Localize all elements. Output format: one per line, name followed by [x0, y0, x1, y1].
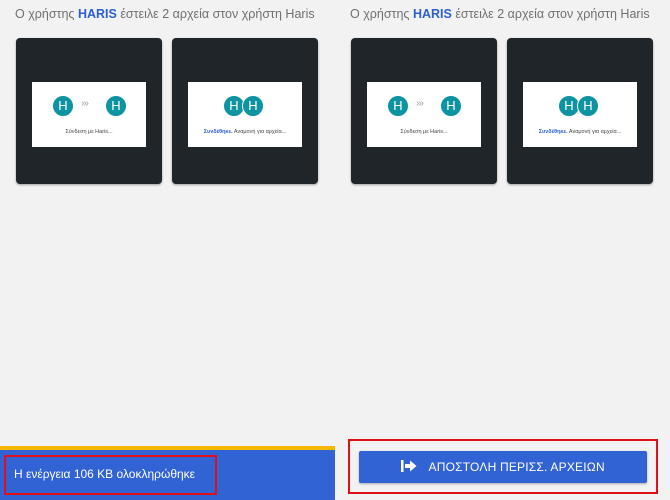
- avatar-row: H H: [523, 95, 637, 117]
- send-button-label: ΑΠΟΣΤΟΛΗ ΠΕΡΙΣΣ. ΑΡΧΕΙΩΝ: [428, 460, 605, 475]
- thumbnail-status: Σύνδεση με Haris...: [367, 129, 481, 135]
- transfer-header: Ο χρήστης HARIS έστειλε 2 αρχεία στον χρ…: [15, 7, 315, 21]
- connecting-arrows-icon: ›››: [81, 98, 89, 109]
- header-prefix: Ο χρήστης: [350, 7, 410, 21]
- avatar-receiver: H: [105, 95, 127, 117]
- header-username: HARIS: [77, 7, 117, 21]
- status-highlight: Συνδέθηκε.: [203, 129, 233, 135]
- connecting-arrows-icon: ›››: [416, 98, 424, 109]
- status-text: Αναμονή για αρχεία...: [233, 129, 287, 135]
- completion-status-text: Η ενέργεια 106 KB ολοκληρώθηκε: [14, 467, 196, 481]
- screenshot-card-connecting[interactable]: H ››› H Σύνδεση με Haris...: [16, 38, 162, 184]
- transfer-header: Ο χρήστης HARIS έστειλε 2 αρχεία στον χρ…: [350, 7, 650, 21]
- send-more-files-button[interactable]: ΑΠΟΣΤΟΛΗ ΠΕΡΙΣΣ. ΑΡΧΕΙΩΝ: [359, 451, 647, 483]
- thumbnail-status: Συνδέθηκε. Αναμονή για αρχεία...: [188, 129, 302, 135]
- screenshot-card-connected[interactable]: H H Συνδέθηκε. Αναμονή για αρχεία...: [507, 38, 653, 184]
- avatar-sender: H: [52, 95, 74, 117]
- completion-status-bar: Η ενέργεια 106 KB ολοκληρώθηκε: [0, 446, 335, 500]
- header-suffix: έστειλε 2 αρχεία στον χρήστη Haris: [455, 7, 650, 21]
- status-highlight: Συνδέθηκε.: [538, 129, 568, 135]
- status-text: Αναμονή για αρχεία...: [568, 129, 622, 135]
- send-button-highlight-box: ΑΠΟΣΤΟΛΗ ΠΕΡΙΣΣ. ΑΡΧΕΙΩΝ: [348, 439, 658, 494]
- transfer-panel-left: Ο χρήστης HARIS έστειλε 2 αρχεία στον χρ…: [0, 0, 335, 500]
- screenshot-thumbnail: H H Συνδέθηκε. Αναμονή για αρχεία...: [188, 82, 302, 147]
- screenshot-thumbnail: H ››› H Σύνδεση με Haris...: [32, 82, 146, 147]
- screenshot-card-connecting[interactable]: H ››› H Σύνδεση με Haris...: [351, 38, 497, 184]
- avatar-row: H H: [188, 95, 302, 117]
- status-highlight-box: Η ενέργεια 106 KB ολοκληρώθηκε: [4, 455, 217, 495]
- send-file-icon: [401, 459, 417, 475]
- screenshot-card-connected[interactable]: H H Συνδέθηκε. Αναμονή για αρχεία...: [172, 38, 318, 184]
- avatar-receiver: H: [577, 95, 599, 117]
- avatar-row: H ››› H: [367, 95, 481, 117]
- header-username: HARIS: [412, 7, 452, 21]
- transfer-panel-right: Ο χρήστης HARIS έστειλε 2 αρχεία στον χρ…: [335, 0, 670, 500]
- thumbnail-status: Συνδέθηκε. Αναμονή για αρχεία...: [523, 129, 637, 135]
- header-prefix: Ο χρήστης: [15, 7, 75, 21]
- screenshot-thumbnail: H ››› H Σύνδεση με Haris...: [367, 82, 481, 147]
- avatar-receiver: H: [440, 95, 462, 117]
- avatar-row: H ››› H: [32, 95, 146, 117]
- header-suffix: έστειλε 2 αρχεία στον χρήστη Haris: [120, 7, 315, 21]
- avatar-sender: H: [387, 95, 409, 117]
- status-text: Σύνδεση με Haris...: [400, 129, 448, 135]
- thumbnail-status: Σύνδεση με Haris...: [32, 129, 146, 135]
- status-text: Σύνδεση με Haris...: [65, 129, 113, 135]
- avatar-receiver: H: [242, 95, 264, 117]
- screenshot-thumbnail: H H Συνδέθηκε. Αναμονή για αρχεία...: [523, 82, 637, 147]
